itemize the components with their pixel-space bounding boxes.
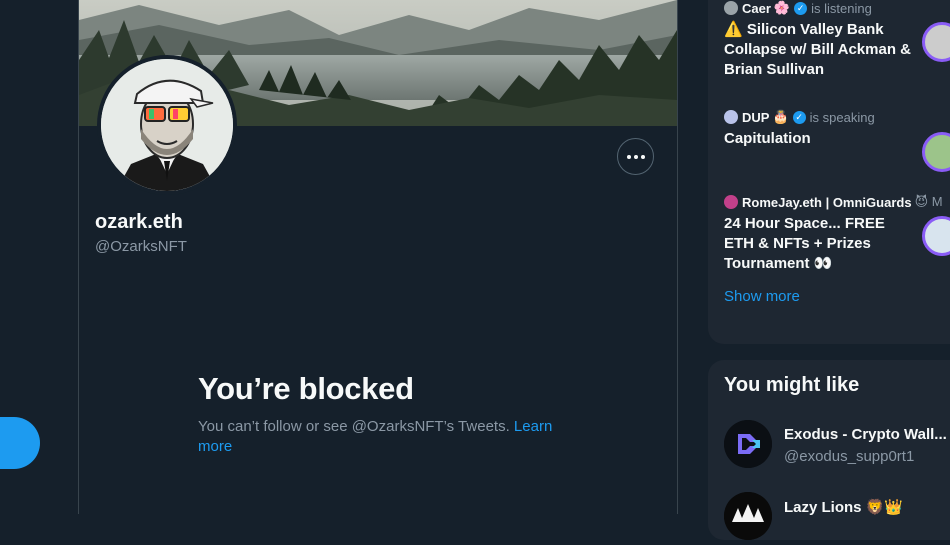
host-avatar	[724, 195, 738, 209]
space-card[interactable]: RomeJay.eth | OmniGuards 😈 M 24 Hour Spa…	[724, 194, 950, 274]
profile-avatar[interactable]	[97, 55, 237, 195]
space-title: ⚠️ Silicon Valley Bank Collapse w/ Bill …	[724, 21, 911, 78]
blocked-message: You can’t follow or see @OzarksNFT’s Twe…	[198, 417, 578, 457]
verified-badge-icon: ✓	[794, 1, 808, 15]
space-title: 24 Hour Space... FREE ETH & NFTs + Prize…	[724, 215, 885, 272]
tweet-button[interactable]	[0, 417, 40, 469]
host-emoji: 😈 M	[914, 194, 943, 209]
suggested-account-name: Exodus - Crypto Wall...	[784, 426, 947, 443]
space-host-name: DUP	[742, 109, 770, 125]
profile-column: ozark.eth @OzarksNFT You’re blocked You …	[78, 0, 678, 514]
host-emoji: 🌸	[773, 0, 791, 15]
you-might-like-panel: You might like Exodus - Crypto Wall... @…	[708, 360, 950, 540]
space-card[interactable]: Caer 🌸 ✓ is listening ⚠️ Silicon Valley …	[724, 0, 950, 80]
suggested-account-name: Lazy Lions 🦁👑	[784, 499, 904, 516]
spaces-panel: Caer 🌸 ✓ is listening ⚠️ Silicon Valley …	[708, 0, 950, 344]
verified-badge-icon: ✓	[792, 110, 806, 124]
space-host-row: DUP 🎂 ✓ is speaking	[724, 109, 950, 125]
more-options-button[interactable]	[617, 138, 654, 175]
host-avatar	[724, 110, 738, 124]
host-avatar	[724, 1, 738, 15]
host-emoji: 🎂	[772, 109, 789, 124]
profile-handle: @OzarksNFT	[95, 238, 187, 255]
blocked-message-text: You can’t follow or see @OzarksNFT’s Twe…	[198, 418, 514, 435]
space-title: Capitulation	[724, 130, 811, 147]
space-host-row: RomeJay.eth | OmniGuards 😈 M	[724, 194, 950, 210]
blocked-heading: You’re blocked	[198, 371, 414, 406]
space-host-name: Caer	[742, 0, 771, 16]
profile-display-name: ozark.eth	[95, 211, 183, 233]
show-more-link[interactable]: Show more	[724, 288, 800, 305]
space-host-name: RomeJay.eth | OmniGuards	[742, 194, 912, 210]
suggested-account-avatar	[724, 492, 772, 540]
space-status: is listening	[811, 0, 872, 16]
left-nav-rail	[0, 0, 79, 514]
suggested-account-avatar	[724, 420, 772, 468]
exodus-logo-icon	[724, 420, 772, 468]
space-status: is speaking	[809, 109, 875, 125]
space-host-row: Caer 🌸 ✓ is listening	[724, 0, 950, 16]
you-might-like-heading: You might like	[724, 374, 860, 396]
more-dot-icon	[626, 154, 631, 159]
more-dot-icon	[640, 154, 645, 159]
suggested-account-handle: @exodus_supp0rt1	[784, 448, 915, 465]
more-dot-icon	[633, 154, 638, 159]
avatar-ape-image	[101, 59, 233, 191]
space-card[interactable]: DUP 🎂 ✓ is speaking Capitulation	[724, 109, 950, 149]
lazy-lions-logo-icon	[724, 492, 772, 540]
space-speaker-avatar[interactable]	[922, 132, 950, 172]
